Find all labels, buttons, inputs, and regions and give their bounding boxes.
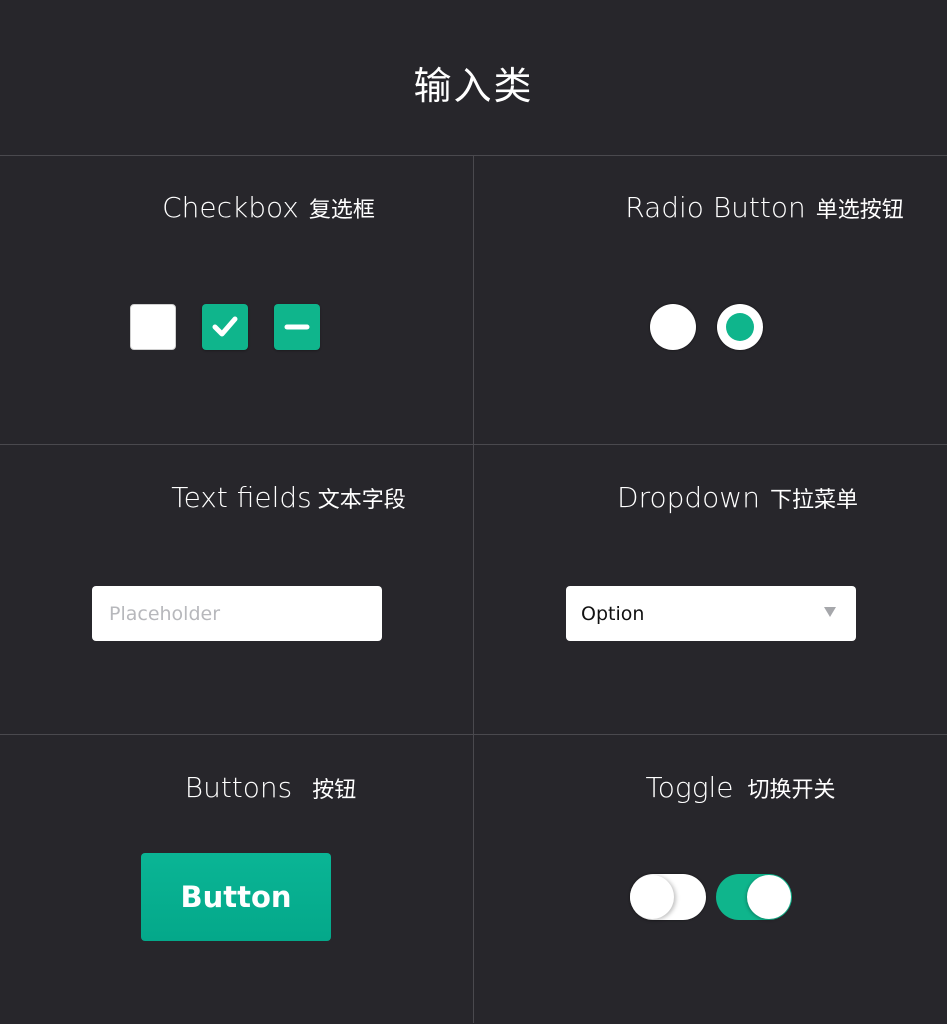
section-title: Toggle 切换开关 [645, 771, 836, 804]
section-title: Buttons 按钮 [184, 771, 357, 804]
dropdown-select[interactable]: Option [566, 586, 856, 641]
toggle-knob [747, 875, 791, 919]
radio-dot [726, 313, 754, 341]
section-title: Checkbox 复选框 [162, 191, 375, 224]
section-title: Text fields 文本字段 [171, 481, 406, 514]
toggle-on[interactable] [716, 874, 792, 920]
text-input[interactable] [107, 601, 382, 626]
radio-section: Radio Button 单选按钮 [474, 155, 947, 444]
checkbox-indeterminate[interactable] [274, 304, 320, 350]
checkbox-checked[interactable] [202, 304, 248, 350]
caret-down-icon [824, 607, 836, 617]
checkbox-section: Checkbox 复选框 [0, 155, 473, 444]
section-title: Dropdown 下拉菜单 [617, 481, 858, 514]
minus-icon [284, 324, 310, 330]
checkmark-icon [212, 316, 238, 337]
radio-selected[interactable] [717, 304, 763, 350]
toggle-section: Toggle 切换开关 [474, 735, 947, 1024]
dropdown-value: Option [581, 602, 645, 625]
radio-unselected[interactable] [650, 304, 696, 350]
toggle-knob [630, 875, 674, 919]
primary-button[interactable]: Button [141, 853, 331, 941]
checkbox-unchecked[interactable] [130, 304, 176, 350]
buttons-section: Buttons 按钮 Button [0, 735, 473, 1024]
section-title: Radio Button 单选按钮 [625, 191, 904, 224]
toggle-off[interactable] [630, 874, 706, 920]
text-fields-section: Text fields 文本字段 [0, 445, 473, 734]
text-field[interactable] [92, 586, 382, 641]
page-title: 输入类 [413, 64, 534, 108]
dropdown-section: Dropdown 下拉菜单 Option [474, 445, 947, 734]
